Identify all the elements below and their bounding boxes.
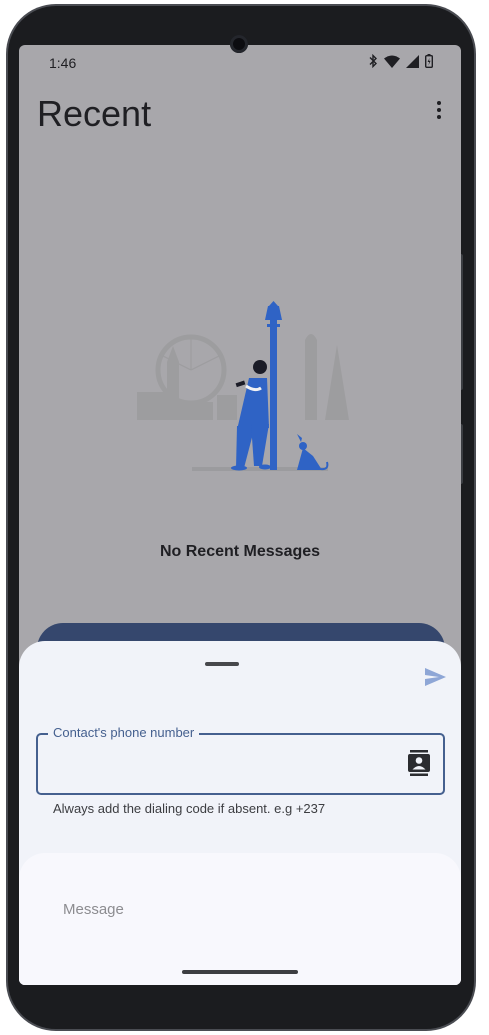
- status-time: 1:46: [49, 55, 77, 71]
- compose-bottom-sheet: Contact's phone number Always add the di…: [19, 641, 461, 985]
- phone-number-input[interactable]: [52, 751, 396, 779]
- screen: 1:46 Recent No Recent Messages Contact's…: [19, 45, 461, 985]
- contacts-icon[interactable]: [408, 750, 430, 776]
- battery-icon: [425, 54, 433, 68]
- message-input[interactable]: [61, 895, 415, 923]
- empty-state-message: No Recent Messages: [159, 543, 321, 560]
- phone-number-label: Contact's phone number: [48, 725, 200, 740]
- bluetooth-icon: [369, 54, 377, 68]
- phone-number-helper-text: Always add the dialing code if absent. e…: [53, 801, 326, 816]
- front-camera: [230, 35, 248, 53]
- status-icons: [368, 54, 433, 68]
- signal-icon: [406, 54, 419, 68]
- send-icon[interactable]: [423, 665, 447, 689]
- page-title: Recent: [37, 93, 152, 134]
- gesture-navigation-bar[interactable]: [182, 970, 298, 974]
- empty-state-illustration: [137, 301, 349, 471]
- wifi-icon: [384, 55, 400, 68]
- message-field[interactable]: [19, 853, 461, 985]
- more-vert-icon[interactable]: [433, 101, 445, 123]
- drag-handle[interactable]: [205, 662, 239, 666]
- phone-number-field[interactable]: Contact's phone number: [36, 725, 445, 795]
